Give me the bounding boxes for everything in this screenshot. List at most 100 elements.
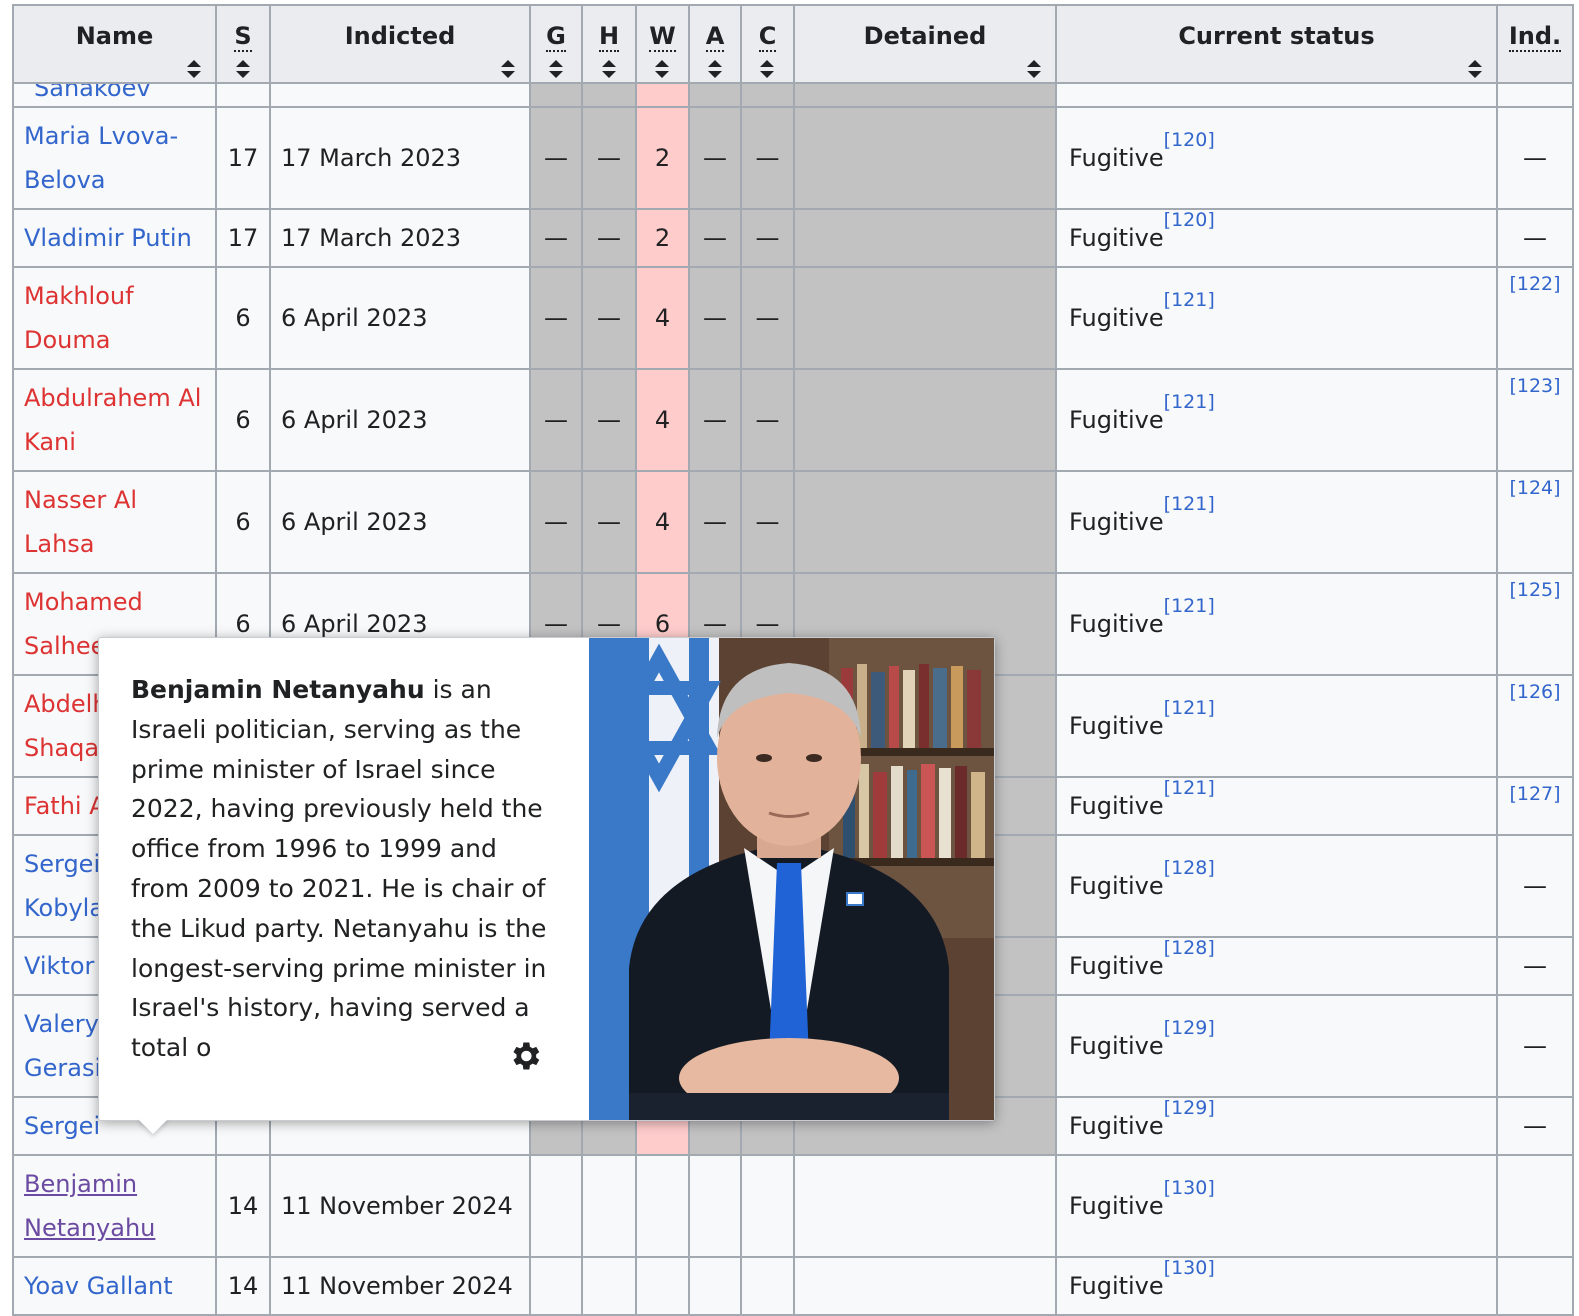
citation-link[interactable]: [121] bbox=[1164, 595, 1215, 617]
c-cell bbox=[740, 1256, 795, 1316]
person-link[interactable]: Sanakoev bbox=[24, 85, 205, 100]
h-cell: — bbox=[581, 368, 637, 472]
citation-link[interactable]: [126] bbox=[1509, 681, 1560, 703]
citation-link[interactable]: [130] bbox=[1164, 1257, 1215, 1279]
status-text: Fugitive bbox=[1069, 1032, 1164, 1060]
h-cell: — bbox=[581, 266, 637, 370]
person-link[interactable]: Makhlouf Douma bbox=[24, 282, 134, 354]
column-header-s[interactable]: S bbox=[215, 4, 271, 84]
column-header-w[interactable]: W bbox=[635, 4, 690, 84]
sort-icon[interactable] bbox=[708, 60, 722, 78]
ind-value: — bbox=[1523, 1112, 1547, 1140]
detained-cell bbox=[793, 106, 1057, 210]
column-header-indicted[interactable]: Indicted bbox=[269, 4, 531, 84]
s-cell: 6 bbox=[215, 368, 271, 472]
person-link[interactable]: Viktor bbox=[24, 952, 94, 980]
person-link[interactable]: Maria Lvova-Belova bbox=[24, 122, 178, 194]
citation-link[interactable]: [125] bbox=[1509, 579, 1560, 601]
status-text: Fugitive bbox=[1069, 952, 1164, 980]
citation-link[interactable]: [124] bbox=[1509, 477, 1560, 499]
person-link[interactable]: Benjamin Netanyahu bbox=[24, 1170, 155, 1242]
citation-link[interactable]: [121] bbox=[1164, 777, 1215, 799]
g-cell bbox=[529, 1154, 583, 1258]
column-header-h[interactable]: H bbox=[581, 4, 637, 84]
a-cell: — bbox=[688, 266, 742, 370]
ind-cell: — bbox=[1496, 106, 1574, 210]
a-cell bbox=[688, 1154, 742, 1258]
popup-extract[interactable]: Benjamin Netanyahu is an Israeli politic… bbox=[131, 670, 561, 1060]
citation-link[interactable]: [121] bbox=[1164, 289, 1215, 311]
a-cell: — bbox=[688, 470, 742, 574]
column-header-ind[interactable]: Ind. bbox=[1496, 4, 1574, 84]
g-cell: — bbox=[529, 368, 583, 472]
column-header-detained[interactable]: Detained bbox=[793, 4, 1057, 84]
sort-icon[interactable] bbox=[655, 60, 669, 78]
gear-icon[interactable] bbox=[507, 1038, 543, 1074]
status-cell: Fugitive[121] bbox=[1055, 674, 1498, 778]
sort-icon[interactable] bbox=[602, 60, 616, 78]
person-link[interactable]: Yoav Gallant bbox=[24, 1272, 173, 1300]
w-cell: 4 bbox=[635, 266, 690, 370]
status-text: Fugitive bbox=[1069, 712, 1164, 740]
w-cell bbox=[635, 1154, 690, 1258]
name-cell: Maria Lvova-Belova bbox=[12, 106, 217, 210]
citation-link[interactable]: [121] bbox=[1164, 391, 1215, 413]
sort-icon[interactable] bbox=[1027, 60, 1041, 78]
detained-cell bbox=[793, 82, 1057, 108]
status-cell: Fugitive[120] bbox=[1055, 208, 1498, 268]
column-header-name[interactable]: Name bbox=[12, 4, 217, 84]
status-cell: Fugitive[129] bbox=[1055, 994, 1498, 1098]
citation-link[interactable]: [129] bbox=[1164, 1097, 1215, 1119]
c-cell: — bbox=[740, 266, 795, 370]
status-cell: Fugitive[121] bbox=[1055, 572, 1498, 676]
citation-link[interactable]: [120] bbox=[1164, 129, 1215, 151]
column-header-a[interactable]: A bbox=[688, 4, 742, 84]
ind-value: — bbox=[1523, 872, 1547, 900]
ind-cell bbox=[1496, 1256, 1574, 1316]
portrait-image[interactable] bbox=[589, 638, 994, 1120]
person-link[interactable]: Nasser Al Lahsa bbox=[24, 486, 137, 558]
citation-link[interactable]: [128] bbox=[1164, 937, 1215, 959]
sort-icon[interactable] bbox=[236, 60, 250, 78]
s-cell bbox=[215, 82, 271, 108]
citation-link[interactable]: [121] bbox=[1164, 493, 1215, 515]
column-header-c[interactable]: C bbox=[740, 4, 795, 84]
column-header-status[interactable]: Current status bbox=[1055, 4, 1498, 84]
citation-link[interactable]: [120] bbox=[1164, 209, 1215, 231]
status-text: Fugitive bbox=[1069, 1192, 1164, 1220]
sort-icon[interactable] bbox=[501, 60, 515, 78]
name-cell: Abdulrahem Al Kani bbox=[12, 368, 217, 472]
citation-link[interactable]: [130] bbox=[1164, 1177, 1215, 1199]
sort-icon[interactable] bbox=[549, 60, 563, 78]
sort-icon[interactable] bbox=[760, 60, 774, 78]
person-link[interactable]: Abdulrahem Al Kani bbox=[24, 384, 201, 456]
g-cell bbox=[529, 1256, 583, 1316]
text-fade bbox=[401, 1020, 521, 1060]
table-row: Yoav Gallant 14 11 November 2024 Fugitive[1… bbox=[12, 1256, 1574, 1316]
ind-cell bbox=[1496, 82, 1574, 108]
date-cell bbox=[269, 82, 531, 108]
citation-link[interactable]: [121] bbox=[1164, 697, 1215, 719]
date-cell: 11 November 2024 bbox=[269, 1256, 531, 1316]
w-cell: 2 bbox=[635, 208, 690, 268]
ind-value: — bbox=[1523, 224, 1547, 252]
status-cell: Fugitive[121] bbox=[1055, 266, 1498, 370]
sort-icon[interactable] bbox=[1468, 60, 1482, 78]
popup-pointer bbox=[137, 1118, 169, 1134]
person-link[interactable]: Vladimir Putin bbox=[24, 224, 192, 252]
a-cell: — bbox=[688, 208, 742, 268]
citation-link[interactable]: [129] bbox=[1164, 1017, 1215, 1039]
sort-icon[interactable] bbox=[187, 60, 201, 78]
status-text: Fugitive bbox=[1069, 610, 1164, 638]
citation-link[interactable]: [128] bbox=[1164, 857, 1215, 879]
s-cell: 17 bbox=[215, 106, 271, 210]
citation-link[interactable]: [123] bbox=[1509, 375, 1560, 397]
page-preview-popup[interactable]: Benjamin Netanyahu is an Israeli politic… bbox=[98, 637, 995, 1134]
citation-link[interactable]: [122] bbox=[1509, 273, 1560, 295]
g-cell: — bbox=[529, 266, 583, 370]
status-text: Fugitive bbox=[1069, 224, 1164, 252]
person-link[interactable]: Sergei bbox=[24, 1112, 100, 1140]
date-cell: 6 April 2023 bbox=[269, 470, 531, 574]
column-header-g[interactable]: G bbox=[529, 4, 583, 84]
citation-link[interactable]: [127] bbox=[1509, 783, 1560, 805]
